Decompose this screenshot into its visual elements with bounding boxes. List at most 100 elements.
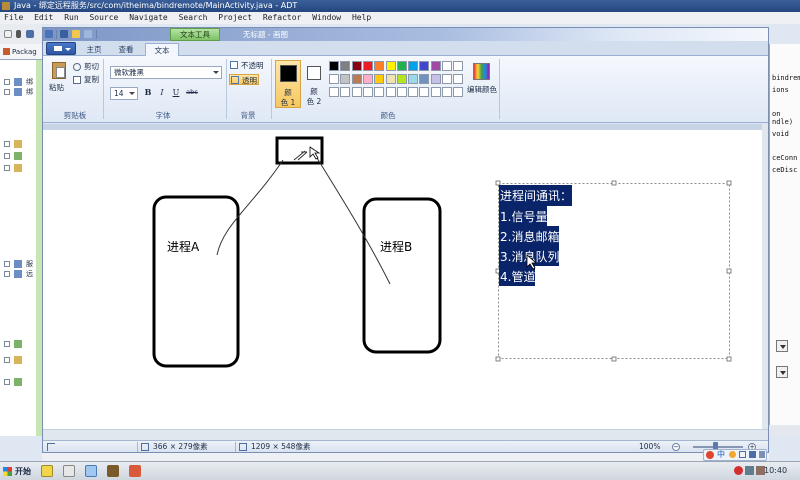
tray-icon[interactable] [734,466,743,475]
save-icon[interactable] [26,30,34,38]
menu-help[interactable]: Help [352,13,371,22]
moon-icon[interactable] [729,451,736,458]
palette-swatch[interactable] [408,87,419,97]
palette-swatch[interactable] [329,87,339,97]
scroll-down-icon[interactable] [776,366,788,378]
collapse-icon[interactable] [4,271,10,277]
canvas-horizontal-scrollbar[interactable] [43,429,768,440]
palette-swatch[interactable] [453,74,464,84]
palette-swatch[interactable] [430,74,441,84]
resize-handle[interactable] [726,268,732,274]
paste-button[interactable]: 粘贴 [49,62,69,94]
cut-button[interactable]: 剪切 [73,62,99,72]
tab-view[interactable]: 查看 [113,43,139,56]
code-scrollbar[interactable] [769,425,800,436]
dropdown-icon[interactable] [16,30,21,38]
strikethrough-button[interactable]: abc [184,87,200,99]
transparent-button[interactable]: 透明 [229,74,259,85]
new-file-icon[interactable] [4,30,12,38]
palette-swatch[interactable] [385,87,396,97]
palette-swatch[interactable] [340,61,351,71]
ime-toolbar[interactable]: 中 [703,449,767,461]
expand-icon[interactable] [4,341,10,347]
task-icon[interactable] [85,465,97,477]
palette-swatch[interactable] [408,74,419,84]
font-family-select[interactable]: 微软雅黑 [110,66,222,79]
wrench-icon[interactable] [759,451,765,458]
color1-button[interactable]: 颜 色 1 [275,60,301,108]
menu-source[interactable]: Source [89,13,118,22]
menu-run[interactable]: Run [64,13,78,22]
expand-icon[interactable] [4,379,10,385]
zoom-slider[interactable] [693,446,743,448]
punctuation-icon[interactable] [739,451,746,458]
redo-icon[interactable] [84,30,92,38]
task-icon[interactable] [41,465,53,477]
copy-button[interactable]: 复制 [73,75,99,85]
palette-swatch[interactable] [419,87,430,97]
palette-swatch[interactable] [430,87,441,97]
palette-swatch[interactable] [374,61,385,71]
task-icon[interactable] [63,465,75,477]
undo-icon[interactable] [72,30,80,38]
palette-swatch[interactable] [385,61,396,71]
palette-swatch[interactable] [362,74,373,84]
resize-handle[interactable] [611,180,617,186]
palette-swatch[interactable] [442,61,452,71]
palette-swatch[interactable] [362,87,373,97]
edit-colors-button[interactable]: 编辑颜色 [466,61,497,101]
resize-handle[interactable] [495,180,501,186]
palette-swatch[interactable] [329,74,339,84]
zoom-out-icon[interactable]: − [672,443,680,451]
palette-swatch[interactable] [396,87,407,97]
italic-button[interactable]: I [156,87,168,99]
palette-swatch[interactable] [362,61,373,71]
scroll-down-icon[interactable] [776,340,788,352]
menu-file[interactable]: File [4,13,23,22]
palette-swatch[interactable] [340,74,351,84]
palette-swatch[interactable] [351,74,362,84]
palette-swatch[interactable] [329,61,339,71]
palette-swatch[interactable] [340,87,351,97]
collapse-icon[interactable] [4,79,10,85]
palette-swatch[interactable] [430,61,441,71]
menu-project[interactable]: Project [218,13,252,22]
palette-swatch[interactable] [453,61,464,71]
resize-handle[interactable] [726,356,732,362]
palette-swatch[interactable] [419,74,430,84]
expand-icon[interactable] [4,357,10,363]
drawing-canvas[interactable]: 进程A 进程B 进程间通讯： 1.信号量 2.消息邮箱 4.管道 [43,130,762,429]
collapse-icon[interactable] [4,89,10,95]
ime-mode[interactable]: 中 [717,450,725,460]
expand-icon[interactable] [4,141,10,147]
menu-navigate[interactable]: Navigate [129,13,168,22]
tray-icon[interactable] [745,466,754,475]
task-icon[interactable] [129,465,141,477]
keyboard-icon[interactable] [749,451,756,458]
palette-swatch[interactable] [408,61,419,71]
canvas-vertical-scrollbar[interactable] [762,124,768,429]
tab-text[interactable]: 文本 [145,43,179,57]
tab-home[interactable]: 主页 [81,43,107,56]
menu-edit[interactable]: Edit [34,13,53,22]
palette-swatch[interactable] [374,87,385,97]
palette-swatch[interactable] [419,61,430,71]
resize-handle[interactable] [495,356,501,362]
task-icon[interactable] [107,465,119,477]
palette-swatch[interactable] [442,74,452,84]
opaque-button[interactable]: 不透明 [229,60,264,71]
expand-icon[interactable] [4,153,10,159]
package-explorer-tab[interactable]: Packag [0,44,42,60]
palette-swatch[interactable] [374,74,385,84]
palette-swatch[interactable] [442,87,452,97]
underline-button[interactable]: U [170,87,182,99]
palette-swatch[interactable] [396,74,407,84]
font-size-select[interactable]: 14 [110,87,138,100]
paint-menu-button[interactable] [46,42,76,55]
bold-button[interactable]: B [142,87,154,99]
palette-swatch[interactable] [351,61,362,71]
expand-icon[interactable] [4,165,10,171]
palette-swatch[interactable] [396,61,407,71]
start-button[interactable]: 开始 [1,464,37,479]
collapse-icon[interactable] [4,261,10,267]
